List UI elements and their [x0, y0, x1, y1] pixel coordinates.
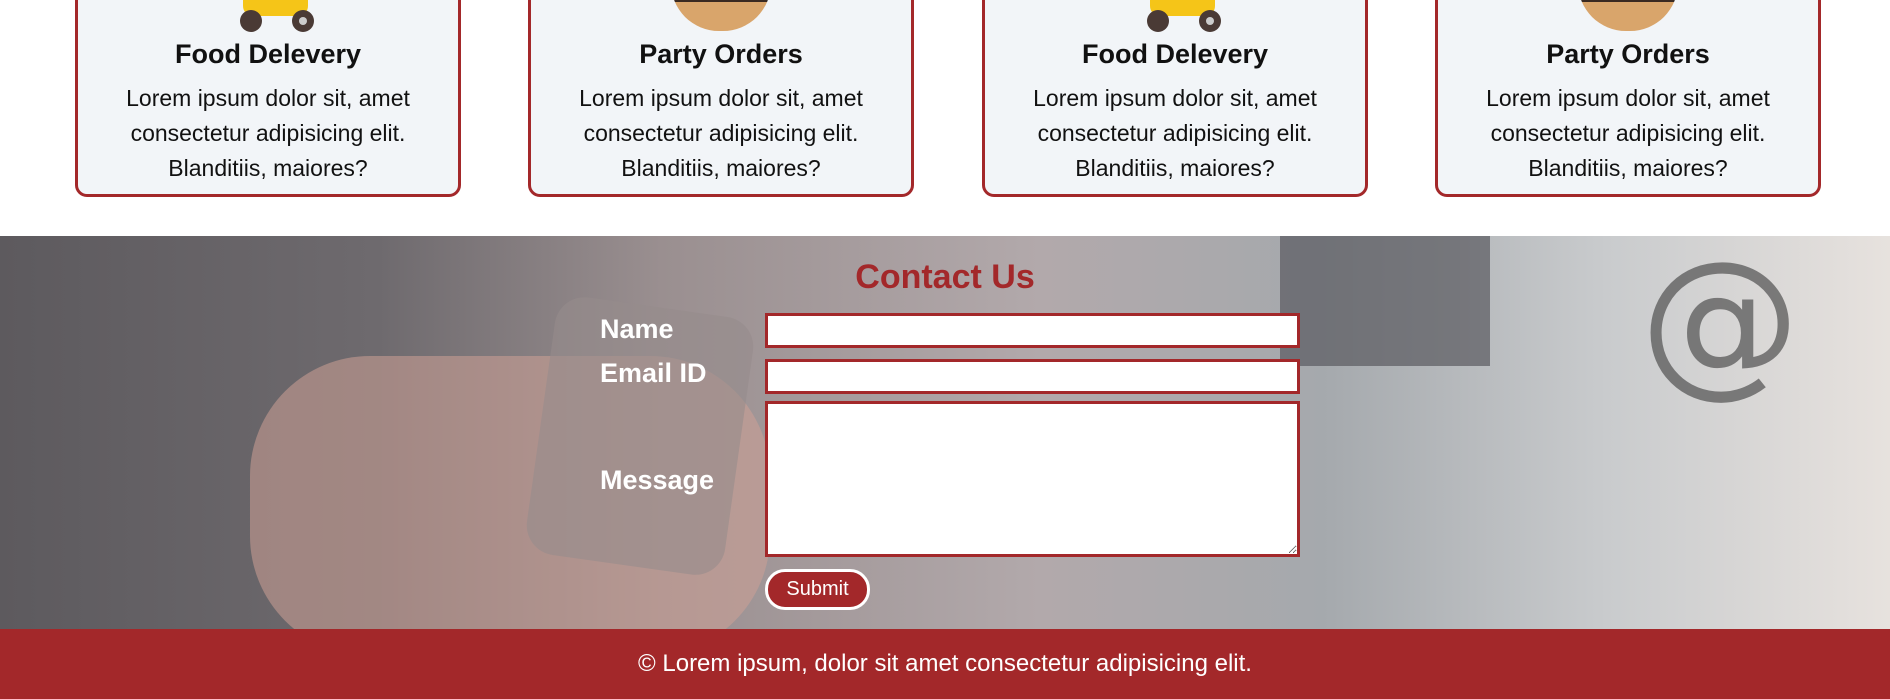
contact-title: Contact Us	[855, 258, 1035, 296]
service-card: Food Delevery Lorem ipsum dolor sit, ame…	[982, 0, 1368, 197]
card-title: Party Orders	[1546, 39, 1710, 69]
card-title: Party Orders	[639, 39, 803, 69]
card-title: Food Delevery	[1081, 39, 1269, 69]
message-textarea[interactable]	[765, 401, 1300, 557]
footer-text: © Lorem ipsum, dolor sit amet consectetu…	[638, 650, 1252, 677]
envelope-icon	[1280, 236, 1490, 366]
card-title: Food Delevery	[174, 39, 362, 69]
email-input[interactable]	[765, 359, 1300, 394]
service-card: Party Orders Lorem ipsum dolor sit, amet…	[1435, 0, 1821, 197]
burger-image	[646, 0, 796, 35]
name-label: Name	[600, 314, 674, 344]
card-text: Lorem ipsum dolor sit, amet consectetur …	[126, 85, 410, 181]
card-text: Lorem ipsum dolor sit, amet consectetur …	[579, 85, 863, 181]
submit-button[interactable]: Submit	[765, 569, 870, 610]
service-card: Food Delevery Lorem ipsum dolor sit, ame…	[75, 0, 461, 197]
contact-section: @ Contact Us Name Email ID Message Submi…	[0, 236, 1890, 629]
footer: © Lorem ipsum, dolor sit amet consectetu…	[0, 629, 1890, 699]
card-text: Lorem ipsum dolor sit, amet consectetur …	[1486, 85, 1770, 181]
scooter-image	[193, 0, 343, 35]
email-label: Email ID	[600, 358, 707, 388]
message-label: Message	[600, 465, 715, 495]
scooter-image	[1100, 0, 1250, 35]
name-input[interactable]	[765, 313, 1300, 348]
service-card: Party Orders Lorem ipsum dolor sit, amet…	[528, 0, 914, 197]
burger-image	[1553, 0, 1703, 35]
card-text: Lorem ipsum dolor sit, amet consectetur …	[1033, 85, 1317, 181]
